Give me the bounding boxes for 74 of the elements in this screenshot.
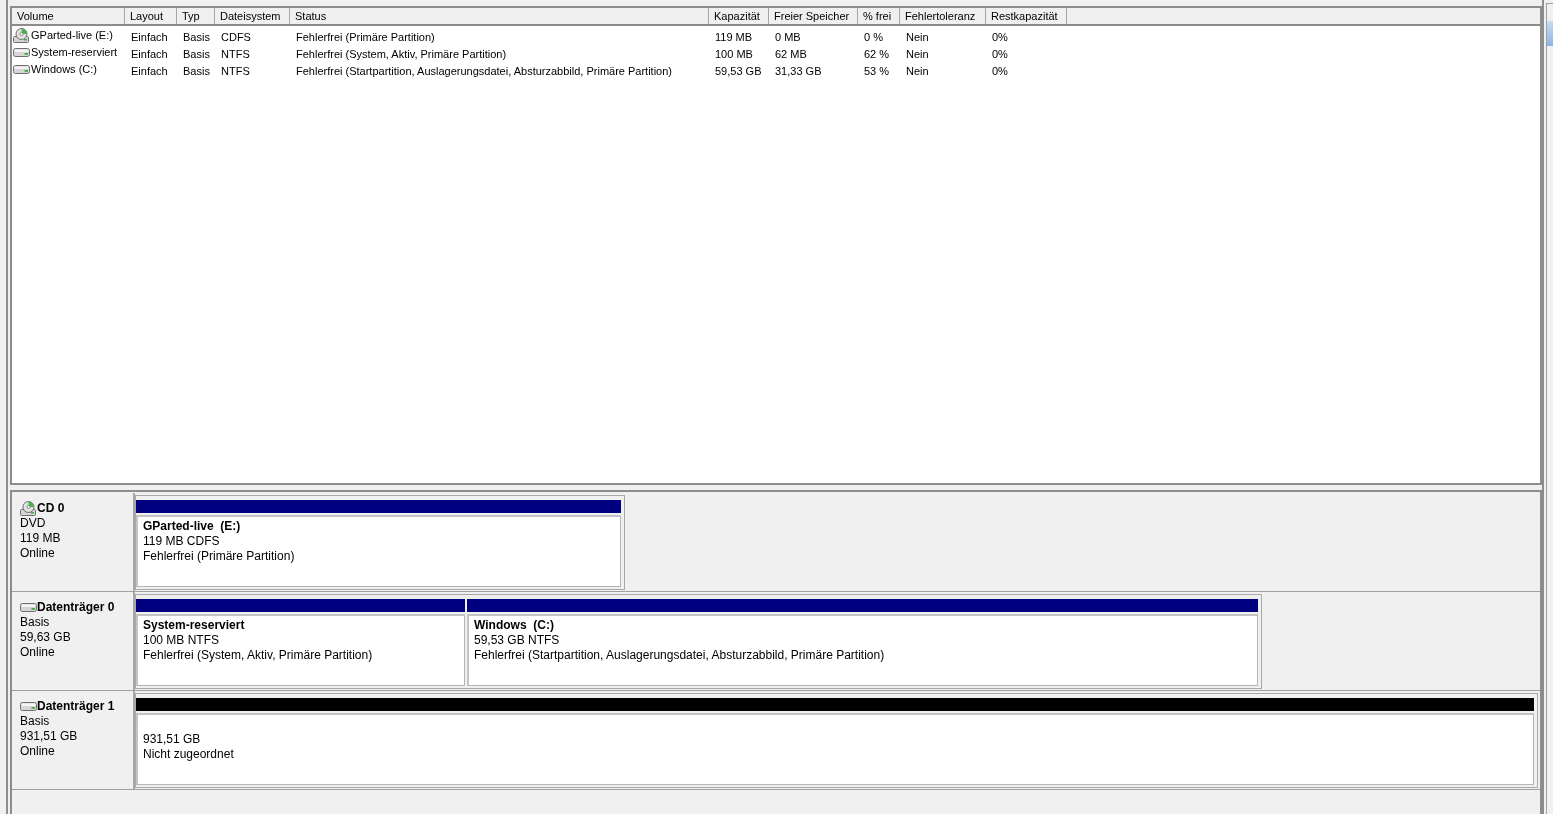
partition-name: GParted-live (E:) [143, 519, 241, 534]
list-item-highlight [1547, 21, 1553, 46]
column-header[interactable]: Kapazität [709, 8, 769, 24]
disk-info-text: Online [20, 744, 55, 759]
table-cell: Fehlerfrei (Primäre Partition) [296, 30, 435, 43]
cd-drive-icon [13, 28, 30, 43]
table-cell: Einfach [131, 64, 168, 77]
table-cell: Fehlerfrei (Startpartition, Auslagerungsdatei, Absturzabbild, Primäre Partition) [296, 64, 672, 77]
column-header[interactable]: Restkapazität [986, 8, 1067, 24]
column-header[interactable]: Dateisystem [215, 8, 290, 24]
table-cell: 100 MB [715, 47, 753, 60]
partition-box[interactable]: System-reserviert 100 MB NTFS Fehlerfrei (System, Aktiv, Primäre Partition) [136, 614, 465, 686]
partition-info: Nicht zugeordnet [143, 747, 234, 762]
partition-info: 100 MB NTFS [143, 633, 220, 648]
disk-name: CD 0 [37, 501, 65, 516]
table-cell: Windows (C:) [31, 62, 97, 77]
partition-name: System-reserviert [143, 618, 245, 633]
table-cell: GParted-live (E:) [31, 28, 113, 43]
partition-info: 119 MB CDFS [143, 534, 220, 549]
table-cell: Basis [183, 47, 210, 60]
table-cell: 119 MB [715, 30, 753, 43]
hard-drive-icon [13, 65, 30, 74]
table-cell: Einfach [131, 30, 168, 43]
disk-info-text: Online [20, 645, 55, 660]
column-header[interactable]: % frei [858, 8, 900, 24]
column-header[interactable]: Volume [12, 8, 125, 24]
table-cell: Nein [906, 64, 929, 77]
partition-name: Windows (C:) [474, 618, 554, 633]
disk-info-text: 931,51 GB [20, 729, 78, 744]
table-cell: Einfach [131, 47, 168, 60]
table-cell: 0% [992, 47, 1008, 60]
column-header[interactable]: Layout [125, 8, 177, 24]
partition-info: Fehlerfrei (System, Aktiv, Primäre Partition) [143, 648, 373, 663]
table-cell: Nein [906, 47, 929, 60]
disk-info-text: DVD [20, 516, 46, 531]
table-cell: 0% [992, 30, 1008, 43]
disk-name: Datenträger 0 [37, 600, 115, 615]
column-header[interactable]: Freier Speicher [769, 8, 858, 24]
disk-name: Datenträger 1 [37, 699, 115, 714]
table-cell: NTFS [221, 64, 250, 77]
disk-info-text: Basis [20, 615, 50, 630]
table-cell: Basis [183, 64, 210, 77]
partition-info: 59,53 GB NTFS [474, 633, 560, 648]
table-cell: 0 % [864, 30, 883, 43]
table-cell: Basis [183, 30, 210, 43]
table-cell: Fehlerfrei (System, Aktiv, Primäre Partition) [296, 47, 507, 60]
table-cell: 53 % [864, 64, 890, 77]
column-header[interactable]: Status [290, 8, 709, 24]
table-cell: 59,53 GB [715, 64, 762, 77]
partition-box[interactable]: GParted-live (E:) 119 MB CDFS Fehlerfrei (Primäre Partition) [136, 515, 621, 587]
partition-info: Fehlerfrei (Startpartition, Auslagerungsdatei, Absturzabbild, Primäre Partition) [474, 648, 885, 663]
column-header[interactable]: Typ [177, 8, 215, 24]
disk-info-text: 59,63 GB [20, 630, 71, 645]
table-cell: 0 MB [775, 30, 801, 43]
table-cell: Nein [906, 30, 929, 43]
partition-info: 931,51 GB [143, 732, 201, 747]
partition-info: Fehlerfrei (Primäre Partition) [143, 549, 295, 564]
table-cell: 31,33 GB [775, 64, 822, 77]
table-cell: NTFS [221, 47, 250, 60]
partition-box[interactable]: Windows (C:) 59,53 GB NTFS Fehlerfrei (Startpartition, Auslagerungsdatei, Absturzabbild, Primäre Partition) [467, 614, 1258, 686]
column-header[interactable]: Fehlertoleranz [900, 8, 986, 24]
table-cell: System-reserviert [31, 45, 118, 60]
partition-box[interactable]: 931,51 GB Nicht zugeordnet [136, 713, 1534, 785]
hard-drive-icon [20, 702, 37, 711]
table-cell: 0% [992, 64, 1008, 77]
table-cell: CDFS [221, 30, 251, 43]
hard-drive-icon [13, 48, 30, 57]
cd-drive-icon [20, 501, 37, 516]
hard-drive-icon [20, 603, 37, 612]
table-cell: 62 % [864, 47, 890, 60]
disk-info-text: 119 MB [20, 531, 61, 546]
disk-info-text: Basis [20, 714, 50, 729]
table-cell: 62 MB [775, 47, 807, 60]
disk-info-text: Online [20, 546, 55, 561]
